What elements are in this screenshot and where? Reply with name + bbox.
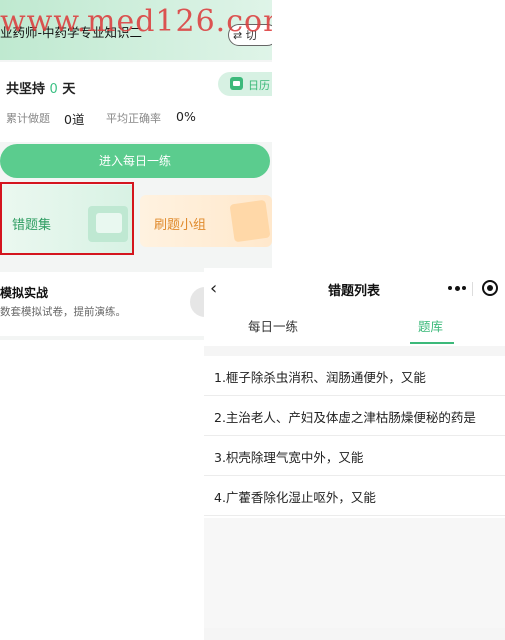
total-questions-label: 累计做题 [6,112,50,125]
daily-practice-button[interactable]: 进入每日一练 [0,144,270,178]
tab-daily-practice[interactable]: 每日一练 [248,316,298,335]
list-item[interactable]: 1.榧子除杀虫消积、润肠通便外，又能 [204,356,505,396]
mistakes-list-screen: ‹ 错题列表 每日一练 题库 1.榧子除杀虫消积、润肠通便外，又能 2.主治老人… [204,268,505,640]
list-item-text: 3.枳壳除理气宽中外，又能 [214,450,364,465]
list-item-text: 2.主治老人、产妇及体虚之津枯肠燥便秘的药是 [214,410,476,425]
list-item[interactable]: 3.枳壳除理气宽中外，又能 [204,436,505,476]
highlight-box [0,182,134,255]
switch-subject-button[interactable]: ⇄ 切 [228,24,272,46]
back-arrow-icon[interactable]: ‹ [210,280,217,298]
tab-question-bank[interactable]: 题库 [418,316,443,335]
capsule-divider [472,282,473,296]
calendar-label[interactable]: 日历 [248,77,270,93]
practice-group-icon [229,199,271,243]
practice-group-label: 刷题小组 [154,218,207,233]
list-item-text: 4.广藿香除化湿止呕外，又能 [214,490,376,505]
mock-exam-title: 模拟实战 [0,286,49,300]
more-dots-icon[interactable] [448,285,468,292]
streak-text: 共坚持 0 天 [6,78,75,97]
subject-title[interactable]: 业药师-中药学专业知识二 [0,22,142,41]
streak-prefix: 共坚持 [6,82,46,97]
empty-area [204,518,505,628]
list-item[interactable]: 4.广藿香除化湿止呕外，又能 [204,476,505,516]
list-item[interactable]: 2.主治老人、产妇及体虚之津枯肠燥便秘的药是 [204,396,505,436]
active-tab-indicator [410,342,454,344]
total-questions-value: 0道 [64,112,85,127]
accuracy-value: 0% [176,109,196,124]
streak-days: 0 [49,82,58,97]
mistakes-list: 1.榧子除杀虫消积、润肠通便外，又能 2.主治老人、产妇及体虚之津枯肠燥便秘的药… [204,356,505,518]
page-title: 错题列表 [328,284,381,299]
close-miniprogram-icon[interactable] [482,280,498,296]
streak-suffix: 天 [62,82,76,97]
calendar-icon [230,77,243,90]
accuracy-label: 平均正确率 [106,112,161,125]
list-item-text: 1.榧子除杀虫消积、润肠通便外，又能 [214,370,426,385]
mock-exam-subtitle: 数套模拟试卷，提前演练。 [0,306,126,318]
